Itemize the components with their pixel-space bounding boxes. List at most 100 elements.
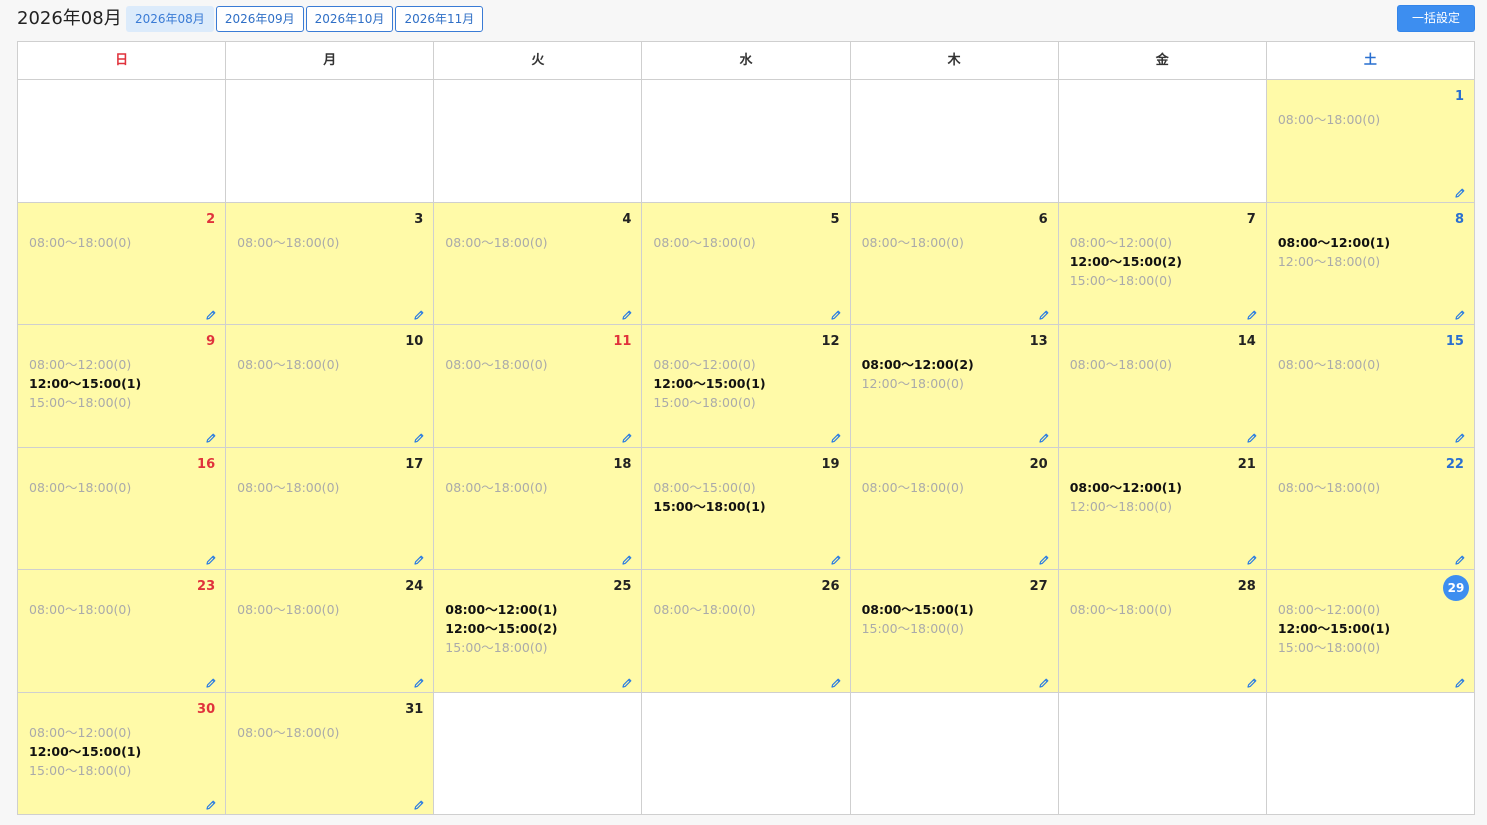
pencil-icon[interactable] [205,674,217,688]
calendar-day-cell[interactable]: 7 08:00〜12:00(0) 12:00〜15:00(2) 15:00〜18:00… [1058,202,1267,325]
pencil-icon[interactable] [413,551,425,565]
pencil-icon[interactable] [1038,551,1050,565]
time-slot-list: 08:00〜18:00(0) [1070,355,1172,374]
pencil-icon[interactable] [205,551,217,565]
time-slot-empty: 08:00〜18:00(0) [653,234,756,250]
calendar-day-cell[interactable]: 22 08:00〜18:00(0) [1266,447,1475,570]
calendar-day-cell[interactable]: 14 08:00〜18:00(0) [1058,325,1267,448]
day-number: 4 [622,211,632,227]
pencil-icon[interactable] [1246,306,1258,320]
calendar-day-cell[interactable]: 21 08:00〜12:00(1) 12:00〜18:00(0) [1058,447,1267,570]
pencil-icon[interactable] [830,429,842,443]
time-slot-empty: 15:00〜18:00(0) [1277,640,1381,655]
time-slot-list: 08:00〜12:00(0) 12:00〜15:00(1) 15:00〜18:00(… [1278,600,1390,657]
calendar-day-cell[interactable]: 12 08:00〜12:00(0) 12:00〜15:00(1) 15:00〜18:0… [642,325,851,448]
time-slot-list: 08:00〜15:00(1) 15:00〜18:00(0) [862,600,974,638]
time-slot-list: 08:00〜18:00(0) [445,233,547,252]
pencil-icon[interactable] [1038,674,1050,688]
pencil-icon[interactable] [621,429,633,443]
time-slot-empty: 08:00〜18:00(0) [237,602,340,617]
calendar-day-cell[interactable]: 8 08:00〜12:00(1) 12:00〜18:00(0) [1266,202,1475,325]
calendar-day-cell[interactable]: 5 08:00〜18:00(0) [642,202,851,325]
calendar-day-cell[interactable]: 15 08:00〜18:00(0) [1266,325,1475,448]
pencil-icon[interactable] [1454,184,1466,198]
pencil-icon[interactable] [205,429,217,443]
calendar-empty-cell [1058,692,1267,815]
pencil-icon[interactable] [413,674,425,688]
calendar-day-cell[interactable]: 25 08:00〜12:00(1) 12:00〜15:00(2) 15:00〜18:0… [434,570,643,693]
pencil-icon[interactable] [413,796,425,810]
pencil-icon[interactable] [1246,674,1258,688]
time-slot-empty: 08:00〜18:00(0) [237,724,340,740]
pencil-icon[interactable] [1454,674,1466,688]
time-slot-booked: 08:00〜12:00(2) [861,357,974,372]
pencil-icon[interactable] [1038,429,1050,443]
pencil-icon[interactable] [1038,306,1050,320]
calendar-day-cell[interactable]: 27 08:00〜15:00(1) 15:00〜18:00(0) [850,570,1059,693]
tab-month-2026-11[interactable]: 2026年11月 [395,6,484,32]
pencil-icon[interactable] [1454,306,1466,320]
time-slot-empty: 15:00〜18:00(0) [29,762,132,778]
calendar-body: 1 08:00〜18:00(0) 2 08:00〜18:00(0) 3 08:00〜18:… [18,80,1475,815]
pencil-icon[interactable] [830,674,842,688]
calendar-day-cell[interactable]: 18 08:00〜18:00(0) [434,447,643,570]
tab-month-2026-10[interactable]: 2026年10月 [305,6,394,32]
calendar-day-cell[interactable]: 28 08:00〜18:00(0) [1058,570,1267,693]
pencil-icon[interactable] [1246,429,1258,443]
calendar-empty-cell [642,692,851,815]
day-number: 28 [1237,579,1256,594]
pencil-icon[interactable] [830,551,842,565]
calendar-day-cell[interactable]: 26 08:00〜18:00(0) [642,570,851,693]
day-number: 31 [405,701,424,717]
calendar-day-cell[interactable]: 3 08:00〜18:00(0) [226,202,435,325]
calendar-empty-cell [18,80,227,203]
time-slot-list: 08:00〜18:00(0) [237,355,339,374]
day-number: 7 [1246,211,1256,227]
time-slot-list: 08:00〜18:00(0) [237,600,339,619]
calendar-day-cell[interactable]: 17 08:00〜18:00(0) [226,447,435,570]
time-slot-empty: 08:00〜18:00(0) [237,357,340,372]
time-slot-empty: 08:00〜18:00(0) [237,479,340,495]
calendar-day-cell[interactable]: 9 08:00〜12:00(0) 12:00〜15:00(1) 15:00〜18:00… [18,325,227,448]
pencil-icon[interactable] [621,306,633,320]
weekday-header-row: 日 月 火 水 木 金 土 [18,42,1475,80]
calendar-day-cell[interactable]: 24 08:00〜18:00(0) [226,570,435,693]
calendar-day-cell[interactable]: 31 08:00〜18:00(0) [226,692,435,815]
tab-month-2026-08[interactable]: 2026年08月 [126,6,214,32]
calendar-day-cell[interactable]: 1 08:00〜18:00(0) [1266,80,1475,203]
calendar-empty-cell [850,80,1059,203]
time-slot-booked: 12:00〜15:00(1) [29,743,142,759]
page-title: 2026年08月 [17,8,122,29]
day-number: 18 [613,456,632,472]
pencil-icon[interactable] [205,796,217,810]
bulk-settings-button[interactable]: 一括設定 [1397,5,1475,32]
calendar-day-cell[interactable]: 6 08:00〜18:00(0) [850,202,1059,325]
pencil-icon[interactable] [1454,551,1466,565]
pencil-icon[interactable] [413,429,425,443]
time-slot-empty: 08:00〜18:00(0) [1277,112,1381,127]
weekday-header-saturday: 土 [1266,42,1475,80]
time-slot-empty: 08:00〜18:00(0) [445,234,548,250]
pencil-icon[interactable] [1454,429,1466,443]
calendar-day-cell[interactable]: 29 08:00〜12:00(0) 12:00〜15:00(1) 15:00〜18:0… [1266,570,1475,693]
calendar-day-cell[interactable]: 2 08:00〜18:00(0) [18,202,227,325]
time-slot-empty: 08:00〜18:00(0) [1069,357,1172,372]
time-slot-empty: 12:00〜18:00(0) [1069,498,1172,514]
pencil-icon[interactable] [621,674,633,688]
calendar-day-cell[interactable]: 30 08:00〜12:00(0) 12:00〜15:00(1) 15:00〜18:0… [18,692,227,815]
calendar-day-cell[interactable]: 10 08:00〜18:00(0) [226,325,435,448]
day-number: 27 [1029,579,1048,594]
calendar-day-cell[interactable]: 23 08:00〜18:00(0) [18,570,227,693]
tab-month-2026-09[interactable]: 2026年09月 [215,6,304,32]
calendar-day-cell[interactable]: 19 08:00〜15:00(0) 15:00〜18:00(1) [642,447,851,570]
calendar-day-cell[interactable]: 20 08:00〜18:00(0) [850,447,1059,570]
calendar-day-cell[interactable]: 4 08:00〜18:00(0) [434,202,643,325]
calendar-day-cell[interactable]: 11 08:00〜18:00(0) [434,325,643,448]
pencil-icon[interactable] [1246,551,1258,565]
pencil-icon[interactable] [621,551,633,565]
calendar-day-cell[interactable]: 13 08:00〜12:00(2) 12:00〜18:00(0) [850,325,1059,448]
pencil-icon[interactable] [205,306,217,320]
calendar-day-cell[interactable]: 16 08:00〜18:00(0) [18,447,227,570]
pencil-icon[interactable] [413,306,425,320]
pencil-icon[interactable] [830,306,842,320]
